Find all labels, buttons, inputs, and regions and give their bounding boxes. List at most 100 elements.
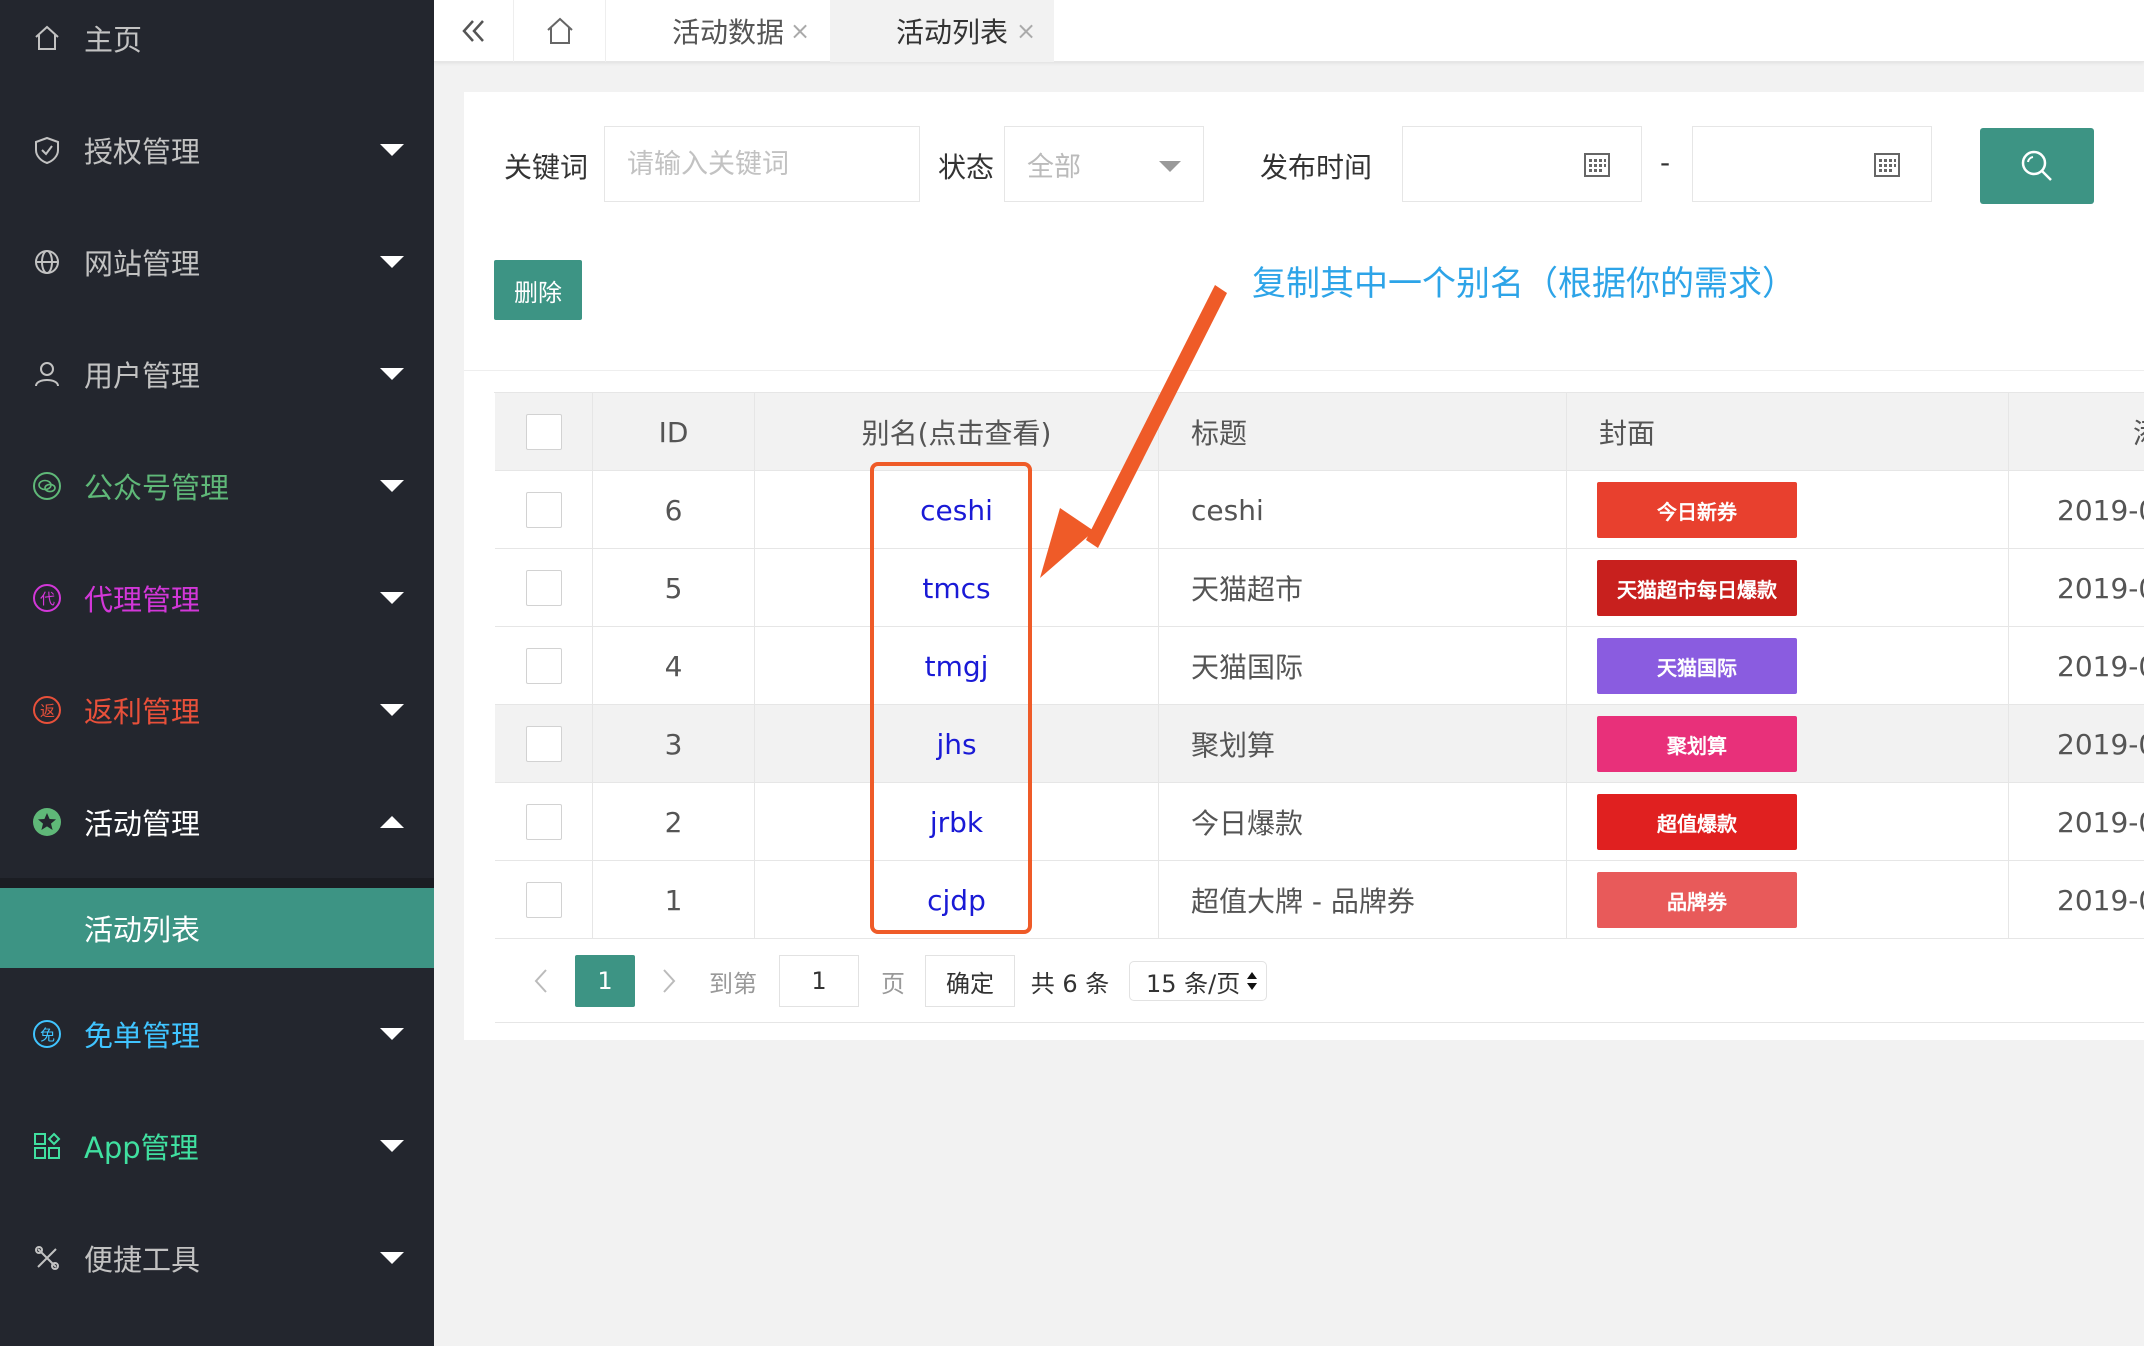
row-id: 3	[593, 705, 755, 783]
cover-text: 天猫国际	[1657, 655, 1737, 680]
chevron-left-icon	[534, 969, 547, 993]
pagination-bar: 1 到第 1 页 确定 共 6 条 15 条/页	[495, 941, 2144, 1023]
sidebar-item-activity[interactable]: 活动管理	[0, 766, 434, 878]
row-title: 天猫国际	[1159, 627, 1567, 705]
sidebar-item-website[interactable]: 网站管理	[0, 206, 434, 318]
search-icon	[2021, 150, 2052, 181]
end-date-input[interactable]	[1692, 126, 1932, 202]
close-icon[interactable]: ×	[790, 17, 810, 45]
header-alias: 别名(点击查看)	[755, 393, 1159, 471]
svg-text:免: 免	[40, 1026, 55, 1044]
cover-text: 今日新券	[1657, 499, 1737, 524]
row-checkbox-cell	[495, 705, 593, 783]
per-page-value: 15 条/页	[1146, 969, 1241, 998]
row-date: 2019-0	[2057, 727, 2144, 761]
tab-activity-data[interactable]: 活动数据 ×	[606, 0, 830, 62]
row-date: 2019-0	[2057, 883, 2144, 917]
confirm-button[interactable]: 确定	[925, 955, 1015, 1007]
chevron-down-icon	[380, 144, 404, 156]
row-checkbox[interactable]	[525, 648, 562, 684]
row-checkbox[interactable]	[525, 882, 562, 918]
search-button[interactable]	[1980, 128, 2094, 204]
prev-page-button[interactable]	[523, 955, 559, 1007]
sidebar: 主页 授权管理 网站管理 用户管理 公众号管理 代 代理管理 返 返利管理 活动…	[0, 0, 434, 1346]
header-id: ID	[593, 393, 755, 471]
annotation-text: 复制其中一个别名（根据你的需求）	[1252, 264, 1796, 304]
chevron-down-icon	[1159, 161, 1181, 172]
chevron-down-icon	[380, 256, 404, 268]
sidebar-item-tools[interactable]: 便捷工具	[0, 1202, 434, 1314]
chevron-down-icon	[380, 1028, 404, 1040]
row-checkbox[interactable]	[525, 726, 562, 762]
home-icon	[31, 22, 63, 54]
row-checkbox[interactable]	[525, 804, 562, 840]
close-icon[interactable]: ×	[1016, 17, 1036, 45]
sidebar-item-label: 免单管理	[84, 1019, 201, 1053]
sidebar-item-rebate[interactable]: 返 返利管理	[0, 654, 434, 766]
user-icon	[31, 358, 63, 390]
table-row: 4tmgj天猫国际天猫国际2019-0	[495, 627, 2144, 705]
collapse-sidebar-button[interactable]	[434, 0, 514, 62]
agent-icon: 代	[31, 582, 63, 614]
sidebar-item-label: 主页	[84, 23, 143, 57]
divider	[464, 370, 2144, 371]
table-header-row: ID 别名(点击查看) 标题 封面 添	[495, 393, 2144, 471]
row-cover-cell: 今日新券	[1567, 471, 2009, 549]
row-title: 今日爆款	[1159, 783, 1567, 861]
home-tab[interactable]	[514, 0, 606, 62]
status-select[interactable]: 全部	[1004, 126, 1204, 202]
cover-text: 超值爆款	[1657, 811, 1737, 836]
per-page-select[interactable]: 15 条/页	[1129, 961, 1267, 1001]
tools-icon	[31, 1242, 63, 1274]
table-row: 3jhs聚划算聚划算2019-0	[495, 705, 2144, 783]
delete-button[interactable]: 删除	[494, 260, 582, 320]
header-cover: 封面	[1567, 393, 2009, 471]
table-row: 5tmcs天猫超市天猫超市每日爆款2019-0	[495, 549, 2144, 627]
row-id: 5	[593, 549, 755, 627]
row-title: ceshi	[1159, 471, 1567, 549]
sidebar-item-home[interactable]: 主页	[0, 0, 434, 94]
chevron-down-icon	[380, 592, 404, 604]
sidebar-item-auth[interactable]: 授权管理	[0, 94, 434, 206]
sidebar-item-free[interactable]: 免 免单管理	[0, 978, 434, 1090]
shield-icon	[31, 134, 63, 166]
goto-page-input[interactable]: 1	[779, 955, 859, 1007]
row-checkbox-cell	[495, 627, 593, 705]
cover-image: 天猫超市每日爆款	[1597, 560, 1797, 616]
chevron-down-icon	[380, 480, 404, 492]
sidebar-item-wechat[interactable]: 公众号管理	[0, 430, 434, 542]
sidebar-subitem-activity-list[interactable]: 活动列表	[0, 888, 434, 968]
sidebar-item-label: 公众号管理	[84, 471, 230, 505]
sidebar-item-label: 代理管理	[84, 583, 201, 617]
sidebar-item-users[interactable]: 用户管理	[0, 318, 434, 430]
calendar-icon	[1874, 153, 1900, 177]
select-all-checkbox[interactable]	[525, 414, 562, 450]
wechat-icon	[31, 470, 63, 502]
row-checkbox[interactable]	[525, 492, 562, 528]
updown-icon	[1247, 972, 1257, 990]
next-page-button[interactable]	[651, 955, 687, 1007]
tab-activity-list[interactable]: 活动列表 ×	[830, 0, 1054, 62]
keyword-input[interactable]	[627, 148, 919, 180]
row-date: 2019-0	[2057, 805, 2144, 839]
row-checkbox[interactable]	[525, 570, 562, 606]
row-cover-cell: 天猫国际	[1567, 627, 2009, 705]
chevron-right-icon	[663, 969, 676, 993]
activity-table: ID 别名(点击查看) 标题 封面 添 6ceshiceshi今日新券2019-…	[494, 392, 2144, 1023]
sidebar-item-label: 网站管理	[84, 247, 201, 281]
row-cover-cell: 超值爆款	[1567, 783, 2009, 861]
home-icon	[546, 17, 573, 44]
sidebar-item-label: 便捷工具	[84, 1243, 201, 1277]
row-title: 超值大牌 - 品牌券	[1159, 861, 1567, 939]
sidebar-item-agent[interactable]: 代 代理管理	[0, 542, 434, 654]
status-label: 状态	[938, 151, 995, 184]
apps-icon	[31, 1130, 63, 1162]
svg-text:代: 代	[40, 590, 55, 608]
page-1-button[interactable]: 1	[575, 955, 635, 1007]
row-checkbox-cell	[495, 549, 593, 627]
main-panel: 关键词 状态 全部 发布时间 - 删除 复制其中一个别名（根据你的需求） ID …	[464, 92, 2144, 1040]
header-checkbox-cell	[495, 393, 593, 471]
row-title: 天猫超市	[1159, 549, 1567, 627]
start-date-input[interactable]	[1402, 126, 1642, 202]
sidebar-item-app[interactable]: App管理	[0, 1090, 434, 1202]
